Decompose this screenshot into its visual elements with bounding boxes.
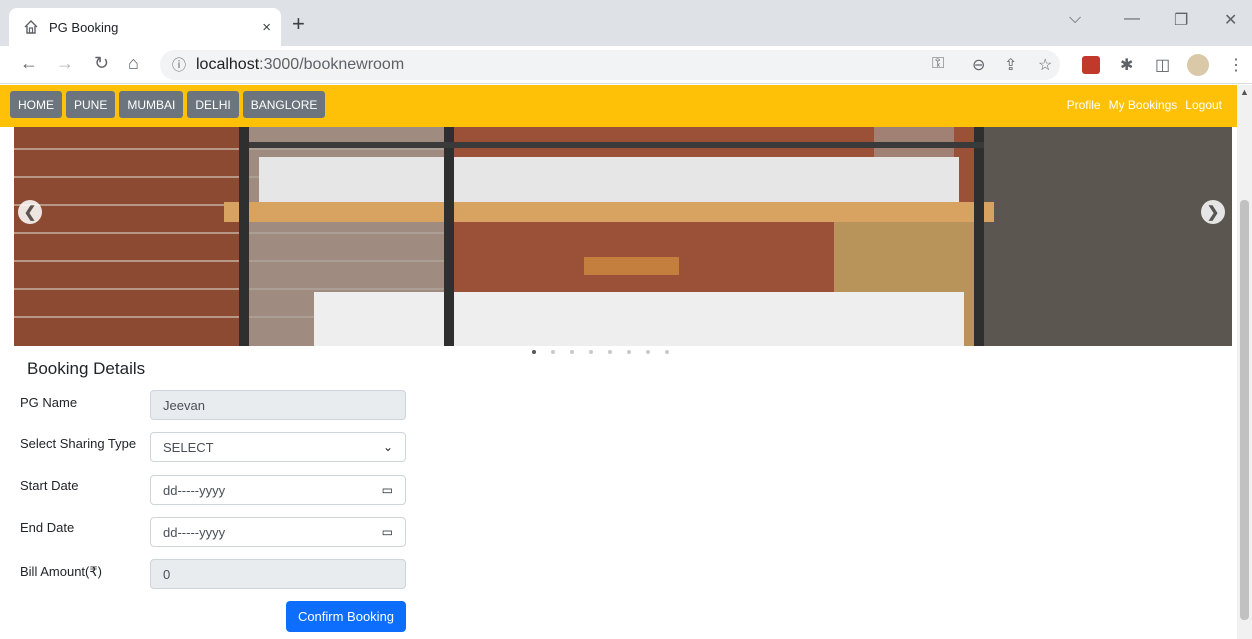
nav-home[interactable]: HOME [10, 91, 62, 118]
pg-name-value: Jeevan [163, 397, 205, 413]
side-panel-icon[interactable]: ◫ [1155, 55, 1170, 75]
carousel-indicator[interactable] [570, 350, 574, 354]
browser-tab[interactable]: PG Booking × [9, 8, 281, 46]
url-host: localhost [196, 56, 260, 73]
carousel-image [14, 127, 1232, 346]
tab-close-icon[interactable]: × [262, 19, 271, 36]
pg-name-label: PG Name [20, 395, 78, 410]
key-icon[interactable]: ⚿ [932, 55, 944, 73]
bill-amount-label: Bill Amount(₹) [20, 564, 102, 579]
reload-icon[interactable]: ↻ [94, 53, 109, 74]
window-close-icon[interactable]: ✕ [1224, 10, 1237, 30]
carousel-indicator[interactable] [551, 350, 555, 354]
tab-title: PG Booking [49, 19, 119, 35]
site-info-icon[interactable]: ⓘ [172, 55, 186, 75]
form-title: Booking Details [27, 359, 146, 378]
bill-amount-field: 0 [150, 559, 406, 589]
profile-link[interactable]: Profile [1067, 98, 1101, 112]
bookmark-star-icon[interactable]: ☆ [1038, 55, 1052, 75]
city-nav: HOME PUNE MUMBAI DELHI BANGLORE [10, 91, 326, 118]
share-icon[interactable]: ⇪ [1004, 55, 1017, 75]
browser-toolbar: ← → ↻ ⌂ ⓘ localhost:3000/booknewroom ⚿ ⊖… [0, 46, 1252, 84]
confirm-booking-button[interactable]: Confirm Booking [286, 601, 406, 632]
user-links: Profile My Bookings Logout [1067, 98, 1222, 112]
extension-icon[interactable] [1082, 56, 1100, 74]
carousel-next-icon[interactable]: ❯ [1201, 200, 1225, 224]
scroll-up-icon[interactable]: ▲ [1240, 87, 1249, 97]
sharing-type-select[interactable]: SELECT ⌄ [150, 432, 406, 462]
nav-banglore[interactable]: BANGLORE [242, 91, 326, 118]
carousel-indicator[interactable] [627, 350, 631, 354]
zoom-icon[interactable]: ⊖ [972, 55, 985, 75]
restore-icon[interactable]: ❐ [1174, 10, 1188, 30]
pg-name-field: Jeevan [150, 390, 406, 420]
calendar-icon[interactable]: ▭ [382, 483, 393, 497]
home-icon [24, 20, 38, 34]
my-bookings-link[interactable]: My Bookings [1109, 98, 1178, 112]
carousel-prev-icon[interactable]: ❮ [18, 200, 42, 224]
nav-mumbai[interactable]: MUMBAI [119, 91, 184, 118]
carousel-indicator[interactable] [532, 350, 536, 354]
scroll-thumb[interactable] [1240, 200, 1249, 620]
back-icon[interactable]: ← [20, 53, 38, 74]
start-date-input[interactable]: dd-----yyyy ▭ [150, 475, 406, 505]
carousel-indicator[interactable] [608, 350, 612, 354]
chevron-down-icon: ⌄ [382, 440, 393, 454]
browser-tabstrip: PG Booking × + ⌵ — ❐ ✕ [0, 0, 1252, 46]
forward-icon[interactable]: → [56, 53, 74, 74]
app-navbar: HOME PUNE MUMBAI DELHI BANGLORE Profile … [0, 85, 1237, 127]
sharing-type-value: SELECT [163, 439, 214, 455]
carousel-indicators [532, 350, 669, 354]
calendar-icon[interactable]: ▭ [382, 525, 393, 539]
bill-amount-value: 0 [163, 566, 171, 582]
sharing-type-label: Select Sharing Type [20, 436, 137, 451]
start-date-label: Start Date [20, 478, 79, 493]
logout-link[interactable]: Logout [1185, 98, 1222, 112]
tab-search-icon[interactable]: ⌵ [1069, 10, 1081, 28]
home-button-icon[interactable]: ⌂ [128, 53, 139, 74]
menu-icon[interactable]: ⋮ [1228, 55, 1244, 75]
start-date-placeholder: dd-----yyyy [163, 482, 226, 498]
carousel-indicator[interactable] [646, 350, 650, 354]
end-date-input[interactable]: dd-----yyyy ▭ [150, 517, 406, 547]
end-date-label: End Date [20, 520, 75, 535]
room-carousel [14, 127, 1232, 346]
minimize-icon[interactable]: — [1124, 10, 1140, 28]
carousel-indicator[interactable] [589, 350, 593, 354]
url-path: :3000/booknewroom [259, 56, 405, 73]
puzzle-icon[interactable]: ✱ [1120, 55, 1133, 75]
profile-avatar[interactable] [1187, 54, 1209, 76]
new-tab-button[interactable]: + [292, 13, 305, 35]
end-date-placeholder: dd-----yyyy [163, 524, 226, 540]
address-bar[interactable]: ⓘ localhost:3000/booknewroom [160, 50, 1060, 80]
nav-delhi[interactable]: DELHI [187, 91, 239, 118]
page-scrollbar[interactable]: ▲ [1237, 85, 1252, 639]
carousel-indicator[interactable] [665, 350, 669, 354]
nav-pune[interactable]: PUNE [66, 91, 116, 118]
